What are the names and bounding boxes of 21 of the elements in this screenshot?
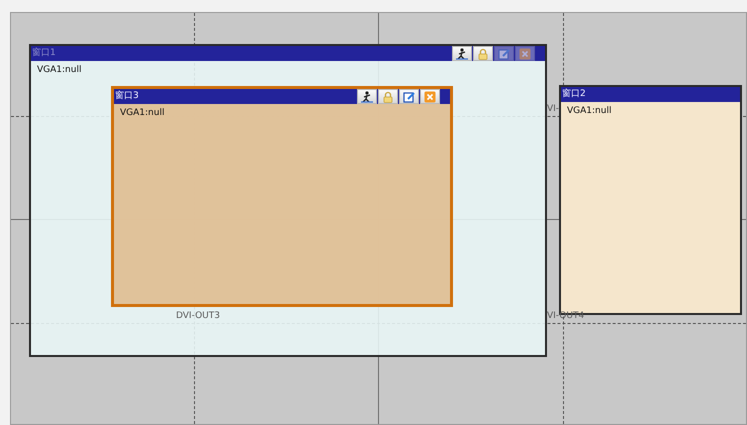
window-title: 窗口2 (561, 90, 586, 99)
window-panel[interactable]: 窗口2 VGA1:null (559, 85, 742, 315)
figure-button[interactable] (452, 46, 472, 61)
figure-icon (455, 48, 469, 60)
source-label: VGA1:null (36, 64, 82, 77)
output-label: VI- (547, 105, 560, 114)
edit-icon (403, 90, 415, 102)
edit-button[interactable] (399, 89, 419, 104)
figure-button[interactable] (357, 89, 377, 104)
edit-icon (498, 48, 510, 60)
lock-icon (477, 48, 489, 60)
window-title: 窗口3 (114, 92, 139, 101)
figure-icon (360, 90, 374, 102)
window-panel[interactable]: 窗口3 VGA1:null (111, 86, 453, 307)
source-label: VGA1:null (119, 107, 166, 120)
source-label: VGA1:null (566, 105, 612, 118)
output-label: DVI-OUT3 (176, 312, 220, 321)
window-title: 窗口1 (31, 49, 56, 58)
lock-icon (382, 90, 394, 102)
close-icon (519, 48, 531, 60)
close-icon (424, 90, 436, 102)
